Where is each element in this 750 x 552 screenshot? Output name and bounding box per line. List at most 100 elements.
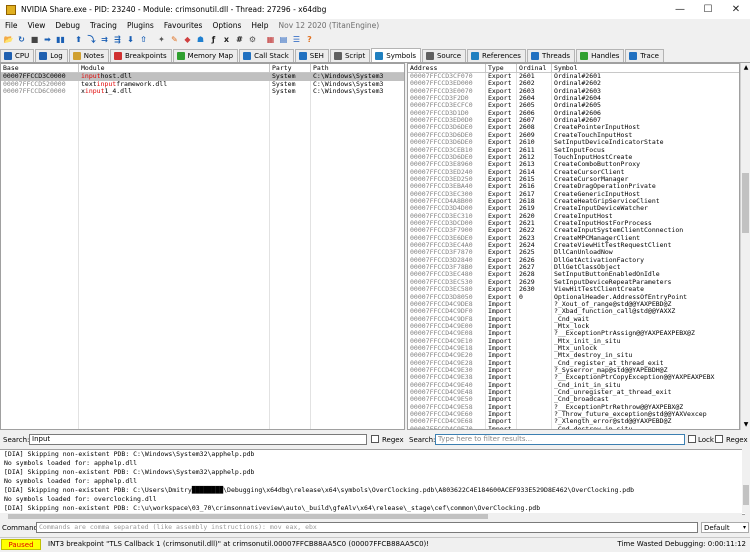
patch-icon[interactable]: ⚙	[247, 34, 258, 45]
tab-memory-map[interactable]: Memory Map	[172, 49, 239, 62]
column-header-module[interactable]: Module	[79, 64, 270, 73]
scrollbar-thumb[interactable]	[742, 173, 749, 233]
menu-tracing[interactable]: Tracing	[85, 21, 122, 30]
symbol-name: _Cnd_destroy_in_situ	[554, 425, 633, 430]
step-over-icon[interactable]: ⤵	[86, 34, 97, 45]
symbols-pane: Address Type Ordinal Symbol 00007FFCCD3C…	[407, 63, 740, 430]
calculator-icon[interactable]: ▤	[278, 34, 289, 45]
column-header-address[interactable]: Address	[408, 64, 486, 73]
tab-label: Log	[50, 52, 63, 60]
log-scrollbar[interactable]	[742, 449, 750, 513]
tab-handles[interactable]: Handles	[576, 49, 625, 62]
status-message: INT3 breakpoint "TLS Callback 1 (crimson…	[48, 540, 430, 548]
label-icon[interactable]: ◆	[182, 34, 193, 45]
help-icon[interactable]: ?	[304, 34, 315, 45]
scroll-up-icon[interactable]: ▲	[742, 64, 750, 72]
menu-debug[interactable]: Debug	[50, 21, 85, 30]
minimize-icon[interactable]: —	[666, 0, 694, 19]
close-icon[interactable]: ✕	[722, 0, 750, 19]
tab-log[interactable]: Log	[35, 49, 68, 62]
search-match-highlight: input	[81, 73, 101, 80]
regex-label-left: Regex	[382, 436, 404, 444]
tab-call-stack[interactable]: Call Stack	[239, 49, 294, 62]
symbol-address: 00007FFCCD4C9E70	[410, 425, 473, 430]
tab-label: Notes	[83, 52, 104, 60]
maximize-icon[interactable]: ☐	[694, 0, 722, 19]
regex-checkbox-left[interactable]	[371, 435, 379, 443]
log-pane: [DIA] Skipping non-existent PDB: C:\Wind…	[0, 449, 745, 515]
scrollbar-thumb[interactable]	[8, 514, 488, 519]
menu-plugins[interactable]: Plugins	[122, 21, 159, 30]
log-line: No symbols loaded for: apphelp.dll	[4, 459, 138, 467]
memory-map-tab-icon	[176, 52, 185, 60]
menu-favourites[interactable]: Favourites	[159, 21, 208, 30]
column-header-party[interactable]: Party	[270, 64, 311, 73]
regex-checkbox-right[interactable]	[715, 435, 723, 443]
chevron-down-icon: ▾	[742, 524, 746, 531]
module-row[interactable]: 00007FFCCD6C0000 xinput1_4.dll System C:\Wi…	[1, 88, 404, 96]
close-file-icon[interactable]: ■	[29, 34, 40, 45]
module-path: C:\Windows\System3	[313, 80, 384, 88]
tab-trace[interactable]: Trace	[625, 49, 664, 62]
lock-checkbox[interactable]	[688, 435, 696, 443]
step-into-icon[interactable]: ⬆	[73, 34, 84, 45]
tab-label: Trace	[640, 52, 659, 60]
log-horizontal-scrollbar[interactable]	[0, 513, 742, 520]
module-row[interactable]: 00007FFCCD520000 textinputframework.dll Sy…	[1, 81, 404, 89]
window-title: NVIDIA Share.exe - PID: 23240 - Module: …	[21, 5, 327, 14]
memory-icon[interactable]: ▦	[265, 34, 276, 45]
settings-icon[interactable]: ☰	[291, 34, 302, 45]
tab-script[interactable]: Script	[329, 49, 371, 62]
tab-label: Memory Map	[187, 52, 234, 60]
symbols-scrollbar[interactable]: ▲ ▼	[740, 63, 750, 430]
menu-view[interactable]: View	[23, 21, 51, 30]
source-tab-icon	[425, 52, 434, 60]
column-header-type[interactable]: Type	[486, 64, 517, 73]
title-bar: NVIDIA Share.exe - PID: 23240 - Module: …	[0, 0, 750, 19]
module-path: C:\Windows\System3	[313, 73, 384, 80]
menu-options[interactable]: Options	[207, 21, 246, 30]
tab-references[interactable]: References	[467, 49, 526, 62]
symbols-tab-icon	[375, 51, 384, 60]
scylla-icon[interactable]: ✦	[156, 34, 167, 45]
tab-label: Script	[344, 52, 366, 60]
tab-threads[interactable]: Threads	[526, 49, 576, 62]
module-name: textinputframework.dll	[81, 81, 267, 89]
trace-into-icon[interactable]: ⇉	[99, 34, 110, 45]
function-icon[interactable]: ƒ	[208, 34, 219, 45]
column-header-ordinal[interactable]: Ordinal	[517, 64, 552, 73]
symbol-search-input[interactable]: Type here to filter results...	[435, 434, 685, 445]
command-input[interactable]: Commands are comma separated (like assem…	[36, 522, 698, 533]
module-row[interactable]: 00007FFCCD3C0000 inputhost.dll System C:\Wi…	[1, 73, 404, 81]
pause-icon[interactable]: ▮▮	[55, 34, 66, 45]
menu-help[interactable]: Help	[246, 21, 273, 30]
search-label-right: Search:	[409, 436, 436, 444]
open-icon[interactable]: 📂	[3, 34, 14, 45]
execute-till-return-icon[interactable]: ⬇	[125, 34, 136, 45]
column-header-symbol[interactable]: Symbol	[552, 64, 739, 73]
text-icon[interactable]: #	[234, 34, 245, 45]
bookmark-icon[interactable]: ☗	[195, 34, 206, 45]
command-mode-select[interactable]: Default ▾	[701, 522, 749, 533]
run-icon[interactable]: ➡	[42, 34, 53, 45]
tab-seh[interactable]: SEH	[294, 49, 329, 62]
scrollbar-thumb[interactable]	[743, 485, 749, 505]
tab-symbols[interactable]: Symbols	[371, 48, 421, 62]
variable-icon[interactable]: x	[221, 34, 232, 45]
restart-icon[interactable]: ↻	[16, 34, 27, 45]
tab-cpu[interactable]: CPU	[0, 49, 35, 62]
run-to-user-icon[interactable]: ⇧	[138, 34, 149, 45]
module-name-suffix: framework.dll	[116, 80, 168, 88]
comment-icon[interactable]: ✎	[169, 34, 180, 45]
tab-notes[interactable]: Notes	[68, 49, 109, 62]
tab-breakpoints[interactable]: Breakpoints	[109, 49, 172, 62]
module-search-input[interactable]: Input	[29, 434, 367, 445]
menu-file[interactable]: File	[0, 21, 23, 30]
column-header-path[interactable]: Path	[311, 64, 404, 73]
symbol-row[interactable]: 00007FFCCD4C9E70 Import _Cnd_destroy_in_si…	[408, 425, 739, 430]
seh-tab-icon	[298, 52, 307, 60]
trace-over-icon[interactable]: ⇶	[112, 34, 123, 45]
scroll-down-icon[interactable]: ▼	[742, 421, 750, 429]
column-header-base[interactable]: Base	[1, 64, 79, 73]
tab-source[interactable]: Source	[421, 49, 467, 62]
